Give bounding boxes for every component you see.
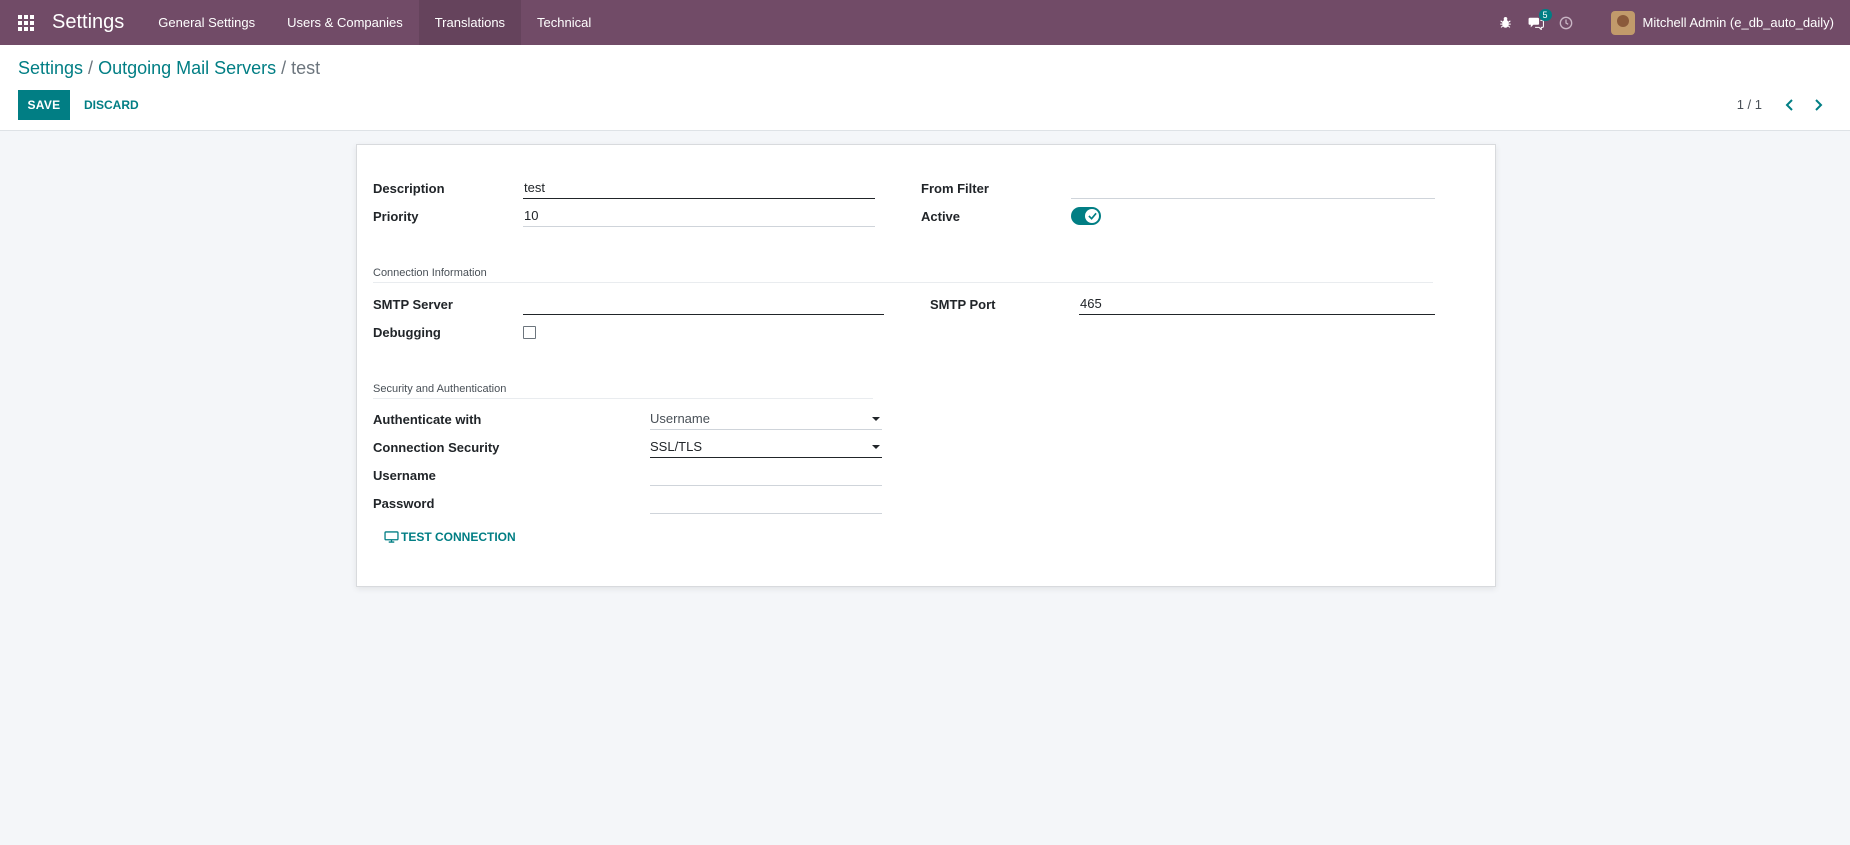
smtp-port-input[interactable]: 465 xyxy=(1079,293,1435,315)
apps-grid-icon xyxy=(18,14,34,31)
systray: 5 Mitchell Admin (e_db_auto_daily) xyxy=(1491,0,1850,45)
breadcrumb-current: test xyxy=(291,58,321,78)
pager-next-button[interactable] xyxy=(1808,95,1828,115)
active-toggle[interactable] xyxy=(1071,207,1101,225)
chevron-left-icon xyxy=(1785,99,1793,111)
monitor-icon xyxy=(384,531,399,543)
menu-users-companies[interactable]: Users & Companies xyxy=(271,0,419,45)
authenticate-with-value: Username xyxy=(650,411,710,426)
caret-down-icon xyxy=(872,444,880,449)
description-label: Description xyxy=(373,181,445,196)
password-label: Password xyxy=(373,496,435,511)
user-menu[interactable]: Mitchell Admin (e_db_auto_daily) xyxy=(1610,10,1835,35)
app-menu-button[interactable] xyxy=(0,0,52,45)
username-label: Username xyxy=(373,468,436,483)
connection-information-header: Connection Information xyxy=(373,267,1433,283)
authenticate-with-label: Authenticate with xyxy=(373,412,482,427)
form-sheet: Description test Priority 10 From Filter… xyxy=(356,144,1496,587)
smtp-server-label: SMTP Server xyxy=(373,297,453,312)
menu-translations[interactable]: Translations xyxy=(418,0,522,45)
menu-technical[interactable]: Technical xyxy=(521,0,607,45)
breadcrumb-separator: / xyxy=(276,58,292,78)
pager-previous-button[interactable] xyxy=(1780,95,1800,115)
save-button[interactable]: SAVE xyxy=(18,90,70,120)
top-navbar: Settings General Settings Users & Compan… xyxy=(0,0,1850,45)
username-input[interactable] xyxy=(650,464,882,486)
security-authentication-header: Security and Authentication xyxy=(373,383,873,399)
breadcrumb-settings[interactable]: Settings xyxy=(18,58,83,78)
breadcrumb: Settings / Outgoing Mail Servers / test xyxy=(18,58,320,79)
from-filter-input[interactable] xyxy=(1071,177,1435,199)
connection-security-select[interactable]: SSL/TLS xyxy=(650,436,882,458)
pager-value[interactable]: 1 / 1 xyxy=(1737,97,1762,112)
messaging-chat-icon[interactable]: 5 xyxy=(1521,0,1552,45)
connection-security-label: Connection Security xyxy=(373,440,500,455)
debugging-checkbox[interactable] xyxy=(523,326,536,339)
test-connection-button[interactable]: TEST CONNECTION xyxy=(384,530,516,544)
breadcrumb-separator: / xyxy=(83,58,99,78)
debugging-label: Debugging xyxy=(373,325,441,340)
priority-input[interactable]: 10 xyxy=(523,205,875,227)
from-filter-label: From Filter xyxy=(921,181,989,196)
priority-label: Priority xyxy=(373,209,419,224)
chevron-right-icon xyxy=(1815,99,1823,111)
password-input[interactable] xyxy=(650,492,882,514)
debug-bug-icon[interactable] xyxy=(1491,0,1521,45)
check-icon xyxy=(1087,212,1097,220)
smtp-port-label: SMTP Port xyxy=(930,297,996,312)
active-label: Active xyxy=(921,209,961,224)
description-input[interactable]: test xyxy=(523,177,875,199)
discard-button[interactable]: DISCARD xyxy=(82,90,141,120)
connection-security-value: SSL/TLS xyxy=(650,439,703,454)
app-title[interactable]: Settings xyxy=(52,11,124,34)
user-name: Mitchell Admin (e_db_auto_daily) xyxy=(1642,15,1835,30)
caret-down-icon xyxy=(872,416,880,421)
control-panel: Settings / Outgoing Mail Servers / test … xyxy=(0,45,1850,131)
breadcrumb-outgoing-mail-servers[interactable]: Outgoing Mail Servers xyxy=(98,58,276,78)
test-connection-label: TEST CONNECTION xyxy=(401,530,516,544)
authenticate-with-select[interactable]: Username xyxy=(650,408,882,430)
menu-general-settings[interactable]: General Settings xyxy=(142,0,271,45)
avatar xyxy=(1610,10,1635,35)
activity-clock-icon[interactable] xyxy=(1551,0,1581,45)
smtp-server-input[interactable] xyxy=(523,293,884,315)
